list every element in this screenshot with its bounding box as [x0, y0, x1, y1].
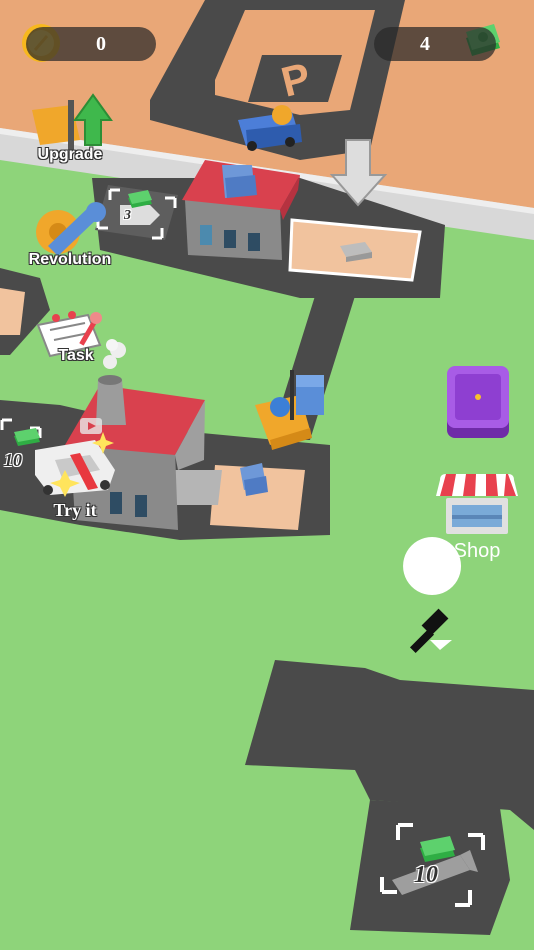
small-plot-cost: 3: [124, 208, 131, 223]
try-it-label[interactable]: Try it: [40, 500, 110, 521]
coin-value: 0: [96, 33, 106, 55]
task-label[interactable]: Task: [46, 347, 106, 365]
revolution-label[interactable]: Revolution: [20, 251, 120, 269]
cash-value: 4: [420, 33, 430, 55]
cash-counter: 4: [374, 27, 496, 61]
coin-counter: 0: [26, 27, 156, 61]
purple-tile-button[interactable]: [447, 366, 509, 438]
video-ad-icon: [80, 418, 102, 434]
upgrade-label[interactable]: Upgrade: [30, 146, 110, 164]
shop-label[interactable]: Shop: [444, 540, 510, 563]
bottom-plot-cost: 10: [414, 862, 438, 888]
game-scene: P: [0, 0, 534, 935]
shop-button[interactable]: [436, 474, 518, 534]
left-plot-cost: 10: [4, 450, 22, 470]
